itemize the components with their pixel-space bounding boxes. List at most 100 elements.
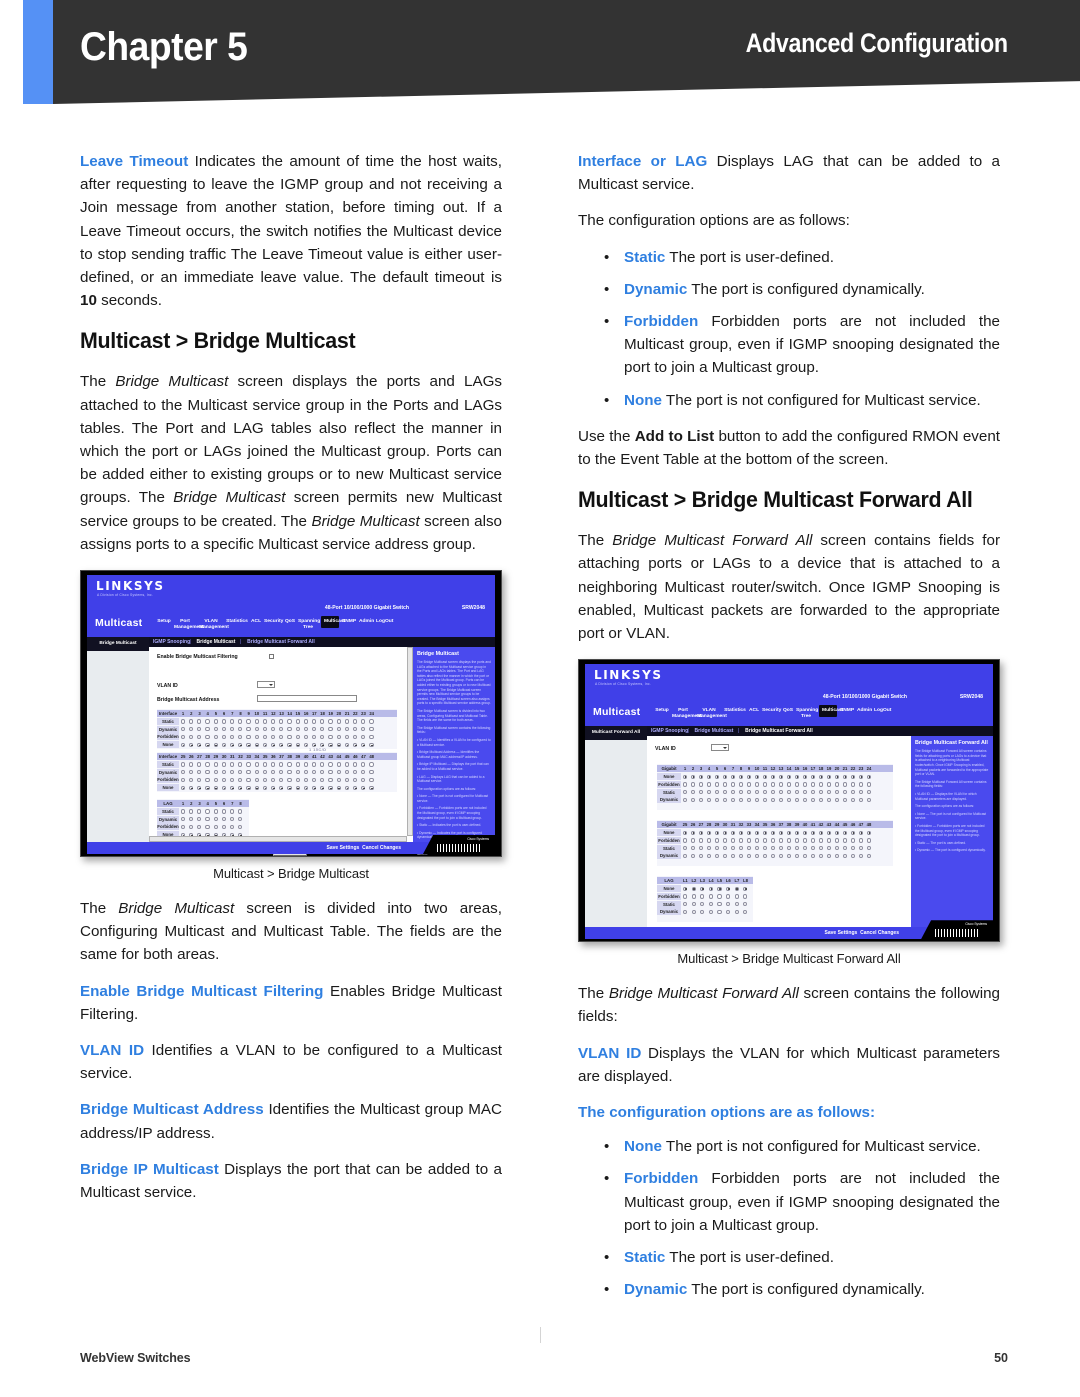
port-radio-none-46[interactable] [850, 830, 855, 835]
port-radio-static-2[interactable] [189, 809, 194, 814]
port-radio-dynamic-30[interactable] [221, 770, 226, 775]
port-radio-forbidden-36[interactable] [271, 777, 276, 783]
port-radio-dynamic-3[interactable] [197, 817, 202, 822]
port-radio-none-42[interactable] [818, 830, 823, 835]
port-radio-forbidden-15[interactable] [794, 782, 799, 787]
port-radio-static-2[interactable] [690, 790, 695, 795]
port-radio-static-19[interactable] [826, 790, 831, 795]
port-radio-forbidden-9[interactable] [246, 734, 251, 740]
port-radio-none-20[interactable] [834, 774, 839, 779]
port-radio-none-L5[interactable] [717, 886, 722, 891]
port-radio-static-23[interactable] [361, 719, 366, 724]
port-radio-dynamic-34[interactable] [254, 770, 259, 775]
port-radio-none-32[interactable] [738, 830, 743, 835]
nav-tab-setup[interactable]: Setup [157, 619, 171, 625]
port-radio-dynamic-19[interactable] [826, 797, 831, 803]
port-radio-dynamic-5[interactable] [213, 817, 218, 822]
port-radio-forbidden-36[interactable] [770, 838, 775, 843]
port-radio-dynamic-2[interactable] [690, 797, 695, 803]
port-radio-forbidden-20[interactable] [336, 734, 341, 740]
port-radio-forbidden-10[interactable] [254, 734, 259, 740]
port-radio-dynamic-42[interactable] [320, 770, 325, 775]
port-radio-forbidden-29[interactable] [213, 777, 218, 783]
port-radio-forbidden-44[interactable] [336, 777, 341, 783]
port-radio-none-12[interactable] [271, 742, 276, 747]
port-radio-dynamic-33[interactable] [246, 770, 251, 775]
port-radio-dynamic-31[interactable] [230, 770, 235, 775]
port-radio-forbidden-3[interactable] [197, 734, 202, 740]
port-radio-dynamic-39[interactable] [295, 770, 300, 775]
port-radio-forbidden-11[interactable] [762, 782, 767, 787]
port-radio-static-2[interactable] [189, 719, 194, 724]
port-radio-forbidden-11[interactable] [262, 734, 267, 740]
port-radio-forbidden-21[interactable] [842, 782, 847, 787]
port-radio-forbidden-5[interactable] [213, 824, 218, 830]
port-radio-static-4[interactable] [205, 719, 210, 724]
port-radio-dynamic-37[interactable] [778, 853, 783, 859]
port-radio-dynamic-20[interactable] [834, 797, 839, 803]
screenshot2-tab-bar[interactable]: Setup Port Management VLAN Management Stati… [653, 705, 989, 725]
port-radio-static-18[interactable] [320, 719, 325, 724]
port-radio-static-24[interactable] [369, 719, 374, 724]
port-radio-none-37[interactable] [778, 830, 783, 835]
port-radio-none-38[interactable] [786, 830, 791, 835]
port-radio-static-1[interactable] [682, 790, 687, 795]
port-radio-static-22[interactable] [850, 790, 855, 795]
port-radio-dynamic-2[interactable] [189, 817, 194, 822]
screenshot1-sidebar[interactable]: Bridge Multicast [87, 637, 149, 843]
port-radio-forbidden-1[interactable] [180, 734, 185, 740]
port-radio-dynamic-16[interactable] [303, 727, 308, 732]
port-radio-forbidden-6[interactable] [221, 824, 226, 830]
port-radio-dynamic-41[interactable] [810, 853, 815, 859]
port-radio-forbidden-1[interactable] [682, 782, 687, 787]
port-radio-dynamic-14[interactable] [287, 727, 292, 732]
screenshot1-cancel-changes-button[interactable]: Cancel Changes [362, 845, 401, 851]
port-radio-dynamic-L1[interactable] [683, 909, 688, 915]
port-radio-static-L8[interactable] [743, 902, 748, 907]
port-radio-static-9[interactable] [246, 719, 251, 724]
screenshot1-port-grid-2[interactable]: Interface 25 26 27 28 29 30 31 32 33 34 35 36 37 38 39 4… [157, 752, 397, 793]
port-radio-forbidden-14[interactable] [287, 734, 292, 740]
nav-tab-multicast[interactable]: Multicast [819, 705, 843, 717]
port-radio-static-13[interactable] [279, 719, 284, 724]
nav-tab-snmp[interactable]: SNMP [342, 619, 356, 625]
port-radio-none-19[interactable] [826, 774, 831, 779]
port-radio-static-45[interactable] [344, 762, 349, 767]
subnav-tab-bridge-multicast[interactable]: Bridge Multicast [197, 639, 236, 645]
port-radio-dynamic-1[interactable] [682, 797, 687, 803]
port-radio-static-4[interactable] [205, 809, 210, 814]
port-radio-none-42[interactable] [320, 785, 325, 790]
port-radio-forbidden-L1[interactable] [683, 894, 688, 899]
port-radio-forbidden-27[interactable] [698, 838, 703, 843]
nav-tab-port-management[interactable]: Port Management [672, 708, 702, 719]
port-radio-static-31[interactable] [730, 846, 735, 851]
port-radio-none-24[interactable] [369, 742, 374, 747]
port-radio-static-3[interactable] [197, 719, 202, 724]
port-radio-forbidden-48[interactable] [369, 777, 374, 783]
port-radio-none-32[interactable] [238, 785, 243, 790]
port-radio-forbidden-9[interactable] [746, 782, 751, 787]
port-radio-static-6[interactable] [722, 790, 727, 795]
port-radio-static-L5[interactable] [717, 902, 722, 907]
port-radio-dynamic-23[interactable] [361, 727, 366, 732]
port-radio-dynamic-22[interactable] [353, 727, 358, 732]
port-radio-static-31[interactable] [230, 762, 235, 767]
port-radio-none-13[interactable] [778, 774, 783, 779]
port-radio-dynamic-11[interactable] [762, 797, 767, 803]
port-radio-static-1[interactable] [180, 719, 185, 724]
port-radio-static-4[interactable] [706, 790, 711, 795]
port-radio-none-35[interactable] [762, 830, 767, 835]
screenshot2-cancel-changes-button[interactable]: Cancel Changes [860, 930, 899, 936]
port-radio-forbidden-4[interactable] [205, 734, 210, 740]
port-radio-forbidden-L7[interactable] [734, 894, 739, 899]
port-radio-dynamic-15[interactable] [794, 797, 799, 803]
port-radio-forbidden-44[interactable] [834, 838, 839, 843]
port-radio-dynamic-14[interactable] [786, 797, 791, 803]
port-radio-static-43[interactable] [826, 846, 831, 851]
port-radio-dynamic-7[interactable] [230, 727, 235, 732]
port-radio-static-L7[interactable] [734, 902, 739, 907]
port-radio-static-19[interactable] [328, 719, 333, 724]
port-radio-none-46[interactable] [353, 785, 358, 790]
nav-tab-spanning-tree[interactable]: Spanning Tree [298, 619, 320, 630]
port-radio-static-25[interactable] [180, 762, 185, 767]
